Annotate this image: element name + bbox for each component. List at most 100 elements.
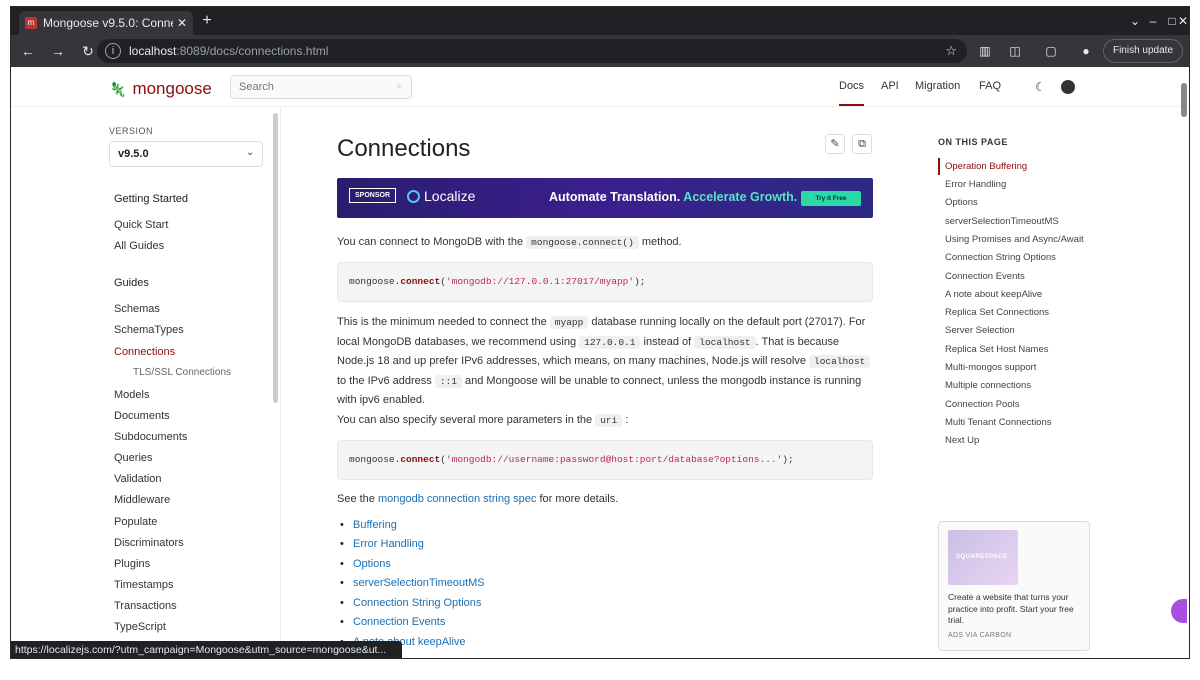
close-window-button[interactable]: ✕ [1174, 12, 1189, 30]
close-tab-icon[interactable]: ✕ [177, 16, 187, 30]
inline-code: 127.0.0.1 [579, 335, 641, 349]
main-content: Connections ✎ ⧉ SPONSOR Localize Automat… [337, 107, 877, 658]
list-item-buffering[interactable]: Buffering [340, 519, 397, 531]
sidebar-item-models[interactable]: Models [114, 389, 149, 401]
toc-item[interactable]: Operation Buffering [945, 161, 1027, 172]
sidebar-scrollbar[interactable] [273, 113, 278, 403]
dark-mode-toggle-icon[interactable]: ☾ [1035, 80, 1046, 94]
forward-button[interactable]: → [45, 38, 71, 64]
back-button[interactable]: ← [15, 38, 41, 64]
toc-item[interactable]: Replica Set Connections [945, 307, 1049, 318]
p1-text-a: You can connect to MongoDB with the [337, 236, 524, 248]
ad-brand: SQUARESPACE [956, 554, 1008, 560]
extensions-icon[interactable]: ◫ [1005, 41, 1025, 61]
sidebar-item-validation[interactable]: Validation [114, 473, 162, 485]
chevron-down-icon[interactable]: ⌄ [1126, 12, 1144, 30]
chat-widget-button[interactable] [1171, 599, 1187, 623]
sidebar-item-plugins[interactable]: Plugins [114, 558, 150, 570]
version-select[interactable]: v9.5.0 [109, 141, 263, 167]
sidebar-subitem-tls[interactable]: TLS/SSL Connections [133, 367, 231, 378]
sidebar-item-populate[interactable]: Populate [114, 516, 157, 528]
reading-list-icon[interactable]: ▥ [975, 41, 995, 61]
toc-item[interactable]: serverSelectionTimeoutMS [945, 216, 1059, 227]
inline-code: ::1 [434, 374, 462, 388]
list-item-connection-events[interactable]: Connection Events [340, 616, 445, 628]
status-bar-url: https://localizejs.com/?utm_campaign=Mon… [11, 641, 402, 658]
localize-logo: Localize [407, 188, 475, 204]
page-scrollbar[interactable] [1181, 83, 1187, 117]
ad-image[interactable]: SQUARESPACE [948, 530, 1018, 585]
sidebar-item-subdocuments[interactable]: Subdocuments [114, 431, 187, 443]
new-tab-button[interactable]: + [197, 12, 217, 30]
toc-item[interactable]: Using Promises and Async/Await [945, 234, 1084, 245]
sidebar-item-discriminators[interactable]: Discriminators [114, 537, 184, 549]
code-obj: mongoose. [349, 276, 401, 287]
sidebar-item-transactions[interactable]: Transactions [114, 600, 177, 612]
logo-text: mongoose [132, 79, 212, 98]
inline-code: myapp [549, 316, 589, 329]
toc-item[interactable]: Replica Set Host Names [945, 344, 1048, 355]
toc-item[interactable]: Next Up [945, 435, 979, 446]
github-icon[interactable] [1061, 80, 1075, 94]
code-fn: connect [400, 276, 441, 287]
ads-via-carbon-link[interactable]: ADS VIA CARBON [948, 632, 1011, 639]
toc-item[interactable]: Multi Tenant Connections [945, 417, 1052, 428]
browser-tab[interactable]: m Mongoose v9.5.0: Conne ✕ [19, 11, 193, 35]
minimize-button[interactable]: – [1144, 12, 1162, 30]
list-item-server-selection-timeout[interactable]: serverSelectionTimeoutMS [340, 577, 485, 589]
p4-text-b: for more details. [539, 493, 619, 505]
browser-toolbar: ← → ↻ i localhost:8089/docs/connections.… [11, 35, 1189, 67]
profile-avatar-icon[interactable]: ● [1076, 41, 1096, 61]
nav-migration[interactable]: Migration [915, 80, 960, 92]
list-item-connection-string-options[interactable]: Connection String Options [340, 597, 481, 609]
mongoose-logo-icon: 🦎 [109, 80, 127, 97]
list-item-error-handling[interactable]: Error Handling [340, 538, 424, 550]
sidebar-item-all-guides[interactable]: All Guides [114, 240, 164, 252]
toc-item[interactable]: Error Handling [945, 179, 1006, 190]
toc-item[interactable]: Server Selection [945, 325, 1015, 336]
search-input[interactable] [230, 75, 412, 99]
bookmark-star-icon[interactable]: ☆ [945, 43, 957, 59]
sidebar-item-typescript[interactable]: TypeScript [114, 621, 166, 633]
sidebar-item-connections[interactable]: Connections [114, 346, 175, 358]
site-info-icon[interactable]: i [105, 43, 121, 59]
code-close: ); [634, 276, 646, 287]
code-close: ); [782, 454, 794, 465]
sidebar-item-middleware[interactable]: Middleware [114, 494, 170, 506]
sidebar-item-quick-start[interactable]: Quick Start [114, 219, 168, 231]
toc-item[interactable]: A note about keepAlive [945, 289, 1042, 300]
toc-item[interactable]: Connection String Options [945, 252, 1056, 263]
address-bar[interactable]: i localhost:8089/docs/connections.html ☆ [97, 39, 967, 63]
toc-item[interactable]: Options [945, 197, 978, 208]
nav-faq[interactable]: FAQ [979, 80, 1001, 92]
sidebar-item-documents[interactable]: Documents [114, 410, 170, 422]
list-item-options[interactable]: Options [340, 558, 391, 570]
sidebar-item-queries[interactable]: Queries [114, 452, 153, 464]
nav-docs[interactable]: Docs [839, 80, 865, 106]
connection-string-spec-link[interactable]: mongodb connection string spec [378, 493, 536, 505]
sponsor-tag: SPONSOR [349, 188, 397, 203]
sponsor-banner[interactable]: SPONSOR Localize Automate Translation. A… [337, 178, 873, 218]
tab-strip: m Mongoose v9.5.0: Conne ✕ + ⌄ – □ ✕ [11, 7, 1189, 35]
nav-api[interactable]: API [881, 80, 899, 92]
cast-icon[interactable]: ▢ [1041, 41, 1061, 61]
copy-page-button[interactable]: ⧉ [852, 134, 872, 154]
toc-item[interactable]: Connection Pools [945, 399, 1019, 410]
ad-text[interactable]: Create a website that turns your practic… [948, 592, 1084, 627]
toc-title: ON THIS PAGE [938, 137, 1008, 147]
sidebar-item-schemas[interactable]: Schemas [114, 303, 160, 315]
toc-item[interactable]: Multiple connections [945, 380, 1031, 391]
sidebar-item-timestamps[interactable]: Timestamps [114, 579, 174, 591]
browser-window: m Mongoose v9.5.0: Conne ✕ + ⌄ – □ ✕ ← →… [11, 7, 1189, 658]
sidebar-item-schematypes[interactable]: SchemaTypes [114, 324, 184, 336]
toc-item[interactable]: Connection Events [945, 271, 1025, 282]
finish-update-button[interactable]: Finish update [1103, 39, 1183, 63]
try-it-free-button[interactable]: Try it Free [801, 191, 861, 206]
carbon-ad[interactable]: SQUARESPACE Create a website that turns … [938, 521, 1090, 651]
page-title: Connections [337, 135, 471, 162]
chevron-down-icon: ⌄ [246, 147, 255, 158]
toc-item[interactable]: Multi-mongos support [945, 362, 1036, 373]
edit-page-button[interactable]: ✎ [825, 134, 845, 154]
parameters-paragraph: You can also specify several more parame… [337, 411, 873, 431]
site-logo[interactable]: 🦎 mongoose [109, 79, 212, 99]
